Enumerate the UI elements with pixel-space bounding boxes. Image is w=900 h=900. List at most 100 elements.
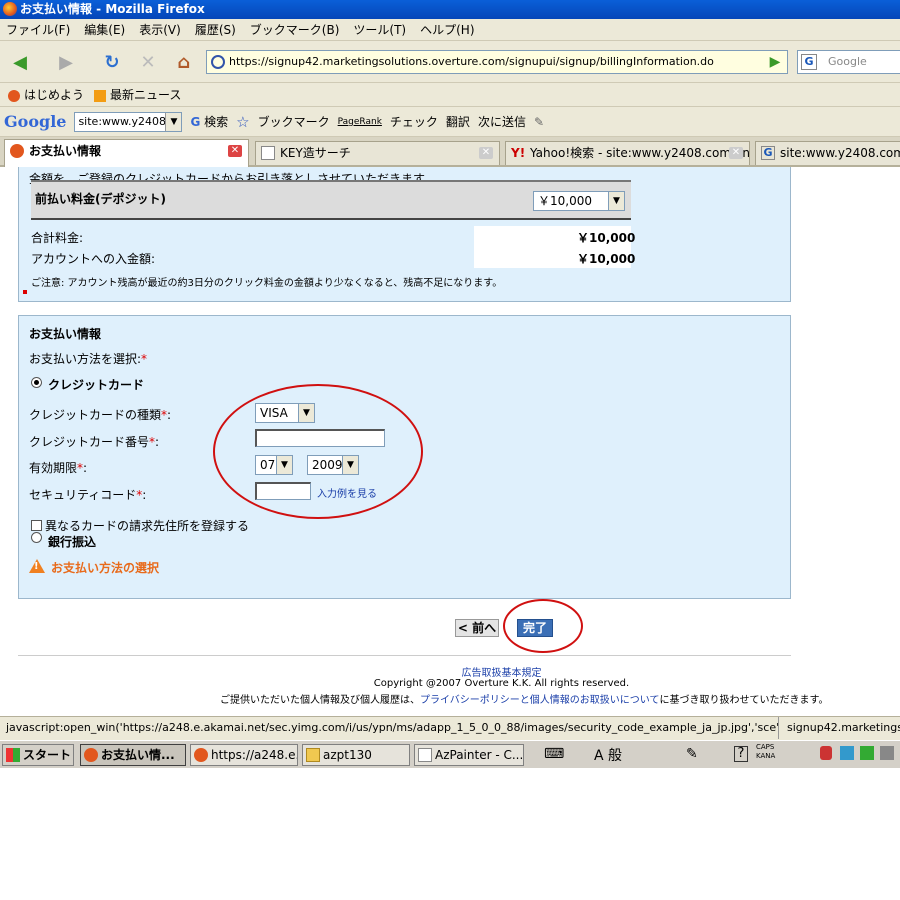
windows-taskbar: スタート お支払い情... https://a248.e... azpt130 … xyxy=(0,740,900,768)
folder-icon xyxy=(306,748,320,762)
web-search-input[interactable]: G Google xyxy=(797,50,900,74)
terms-link[interactable]: 広告取扱基本規定 xyxy=(0,664,900,679)
fee-label: 前払い料金(デポジット) xyxy=(35,192,166,206)
translate-button[interactable]: 翻訳 xyxy=(446,113,470,130)
yahoo-icon: Y! xyxy=(511,146,526,160)
tab-bar: お支払い情報 ✕ KEY造サーチ ✕ Y! Yahoo!検索 - site:ww… xyxy=(0,137,900,167)
taskbar-item-akamai[interactable]: https://a248.e... xyxy=(190,744,298,766)
shield-icon[interactable] xyxy=(820,746,832,760)
window-title-bar: お支払い情報 - Mozilla Firefox xyxy=(0,0,900,19)
red-marker xyxy=(23,290,27,294)
spellcheck-button[interactable]: チェック xyxy=(390,113,438,130)
firefox-small-icon xyxy=(10,144,24,158)
payment-method-label: お支払い方法を選択:* xyxy=(29,352,148,366)
volume-icon[interactable] xyxy=(880,746,894,760)
close-icon[interactable]: ✕ xyxy=(729,147,743,159)
google-toolbar-search-input[interactable]: site:www.y2408.c ▼ xyxy=(74,111,183,132)
tab-key-search[interactable]: KEY造サーチ ✕ xyxy=(255,141,500,165)
privacy-link[interactable]: プライバシーポリシーと個人情報のお取扱いについて xyxy=(420,695,660,706)
tab-yahoo-search[interactable]: Y! Yahoo!検索 - site:www.y2408.com/on ✕ xyxy=(505,141,750,165)
different-address-checkbox[interactable] xyxy=(31,520,42,531)
rss-icon xyxy=(94,89,107,102)
menu-bookmarks[interactable]: ブックマーク(B) xyxy=(250,21,340,38)
deposit-amount-select[interactable]: ￥10,000 ▼ xyxy=(533,191,625,211)
taskbar-item-payment[interactable]: お支払い情... xyxy=(80,744,186,766)
ime-mode[interactable]: A 般 xyxy=(594,745,622,765)
menu-edit[interactable]: 編集(E) xyxy=(84,21,125,38)
pencil-icon[interactable]: ✎ xyxy=(534,115,544,129)
bookmark-getting-started[interactable]: はじめよう xyxy=(8,86,84,103)
credit-card-label: クレジットカード xyxy=(48,378,145,392)
chevron-down-icon[interactable]: ▼ xyxy=(165,112,182,131)
firefox-small-icon xyxy=(84,748,98,762)
deposit-panel: 金額を、ご登録のクレジットカードからお引き落としさせていただきます。 前払い料金… xyxy=(18,167,791,302)
navigation-toolbar: ◀ ▶ ↻ ✕ ⌂ https://signup42.marketingsolu… xyxy=(0,41,900,83)
stop-icon[interactable]: ✕ xyxy=(134,48,162,76)
status-bar: javascript:open_win('https://a248.e.akam… xyxy=(0,716,900,740)
keyboard-icon[interactable]: ⌨ xyxy=(544,746,564,762)
google-icon: G xyxy=(761,146,775,160)
bookmark-button[interactable]: ブックマーク xyxy=(258,113,330,130)
back-button[interactable]: < 前へ xyxy=(455,619,499,637)
url-bar[interactable]: https://signup42.marketingsolutions.over… xyxy=(206,50,788,74)
page-icon xyxy=(261,146,275,160)
firefox-small-icon xyxy=(8,89,20,102)
star-icon[interactable]: ☆ xyxy=(236,113,249,131)
google-engine-icon: G xyxy=(801,54,817,70)
go-icon[interactable]: ▶ xyxy=(764,51,786,73)
card-type-label: クレジットカードの種類*: xyxy=(29,408,172,422)
help-icon[interactable]: ? xyxy=(734,746,748,762)
payment-heading: お支払い情報 xyxy=(29,327,102,341)
reload-icon[interactable]: ↻ xyxy=(98,48,126,76)
tray-icon[interactable] xyxy=(860,746,874,760)
tab-google-site[interactable]: G site:www.y2408.com/on xyxy=(755,141,900,165)
bookmark-latest-news[interactable]: 最新ニュース xyxy=(94,86,181,103)
menu-history[interactable]: 履歴(S) xyxy=(195,21,236,38)
total-value: ￥10,000 xyxy=(577,231,636,245)
chevron-down-icon: ▼ xyxy=(608,192,624,210)
credit-card-radio[interactable] xyxy=(31,377,42,388)
fee-header: 前払い料金(デポジット) ￥10,000 ▼ xyxy=(31,180,631,220)
menu-bar: ファイル(F) 編集(E) 表示(V) 履歴(S) ブックマーク(B) ツール(… xyxy=(0,19,900,41)
menu-tools[interactable]: ツール(T) xyxy=(353,21,406,38)
home-icon[interactable]: ⌂ xyxy=(170,48,198,76)
url-text: https://signup42.marketingsolutions.over… xyxy=(229,55,714,68)
pen-icon[interactable]: ✎ xyxy=(686,746,698,762)
search-placeholder: Google xyxy=(828,55,867,68)
account-deposit-value: ￥10,000 xyxy=(577,252,636,266)
forward-arrow-icon[interactable]: ▶ xyxy=(52,48,80,76)
bank-transfer-radio[interactable] xyxy=(31,532,42,543)
close-icon[interactable]: ✕ xyxy=(479,147,493,159)
finish-button[interactable]: 完了 xyxy=(517,619,553,637)
menu-file[interactable]: ファイル(F) xyxy=(6,21,70,38)
bookmarks-toolbar: はじめよう 最新ニュース xyxy=(0,83,900,107)
taskbar-item-azpainter[interactable]: AzPainter - C... xyxy=(414,744,524,766)
network-icon[interactable] xyxy=(840,746,854,760)
google-search-button[interactable]: G 検索 xyxy=(190,113,228,130)
copyright: Copyright @2007 Overture K.K. All rights… xyxy=(373,678,630,689)
tab-payment-info[interactable]: お支払い情報 ✕ xyxy=(4,139,249,167)
start-button[interactable]: スタート xyxy=(2,744,74,766)
google-toolbar: Google site:www.y2408.c ▼ G 検索 ☆ ブックマーク … xyxy=(0,107,900,137)
google-logo: Google xyxy=(4,112,67,131)
firefox-small-icon xyxy=(194,748,208,762)
menu-help[interactable]: ヘルプ(H) xyxy=(420,21,474,38)
menu-view[interactable]: 表示(V) xyxy=(139,21,181,38)
caps-indicator: CAPS KANA xyxy=(756,743,776,760)
pagerank-button[interactable]: PageRank xyxy=(338,117,382,127)
azpainter-icon xyxy=(418,748,432,762)
balance-note: ご注意: アカウント残高が最近の約3日分のクリック料金の金額より少なくなると、残… xyxy=(31,278,503,289)
account-deposit-label: アカウントへの入金額: xyxy=(31,252,156,266)
card-number-label: クレジットカード番号*: xyxy=(29,435,160,449)
window-title: お支払い情報 - Mozilla Firefox xyxy=(20,2,205,16)
status-host: signup42.marketingsolu xyxy=(778,717,900,739)
close-icon[interactable]: ✕ xyxy=(228,145,242,157)
security-code-label: セキュリティコード*: xyxy=(29,488,147,502)
expiry-label: 有効期限*: xyxy=(29,461,88,475)
back-arrow-icon[interactable]: ◀ xyxy=(6,48,34,76)
send-to-button[interactable]: 次に送信 xyxy=(478,113,526,130)
site-favicon-icon xyxy=(211,55,225,69)
total-label: 合計料金: xyxy=(31,231,84,245)
payment-warning: お支払い方法の選択 xyxy=(51,561,160,575)
taskbar-item-azpt130[interactable]: azpt130 xyxy=(302,744,410,766)
